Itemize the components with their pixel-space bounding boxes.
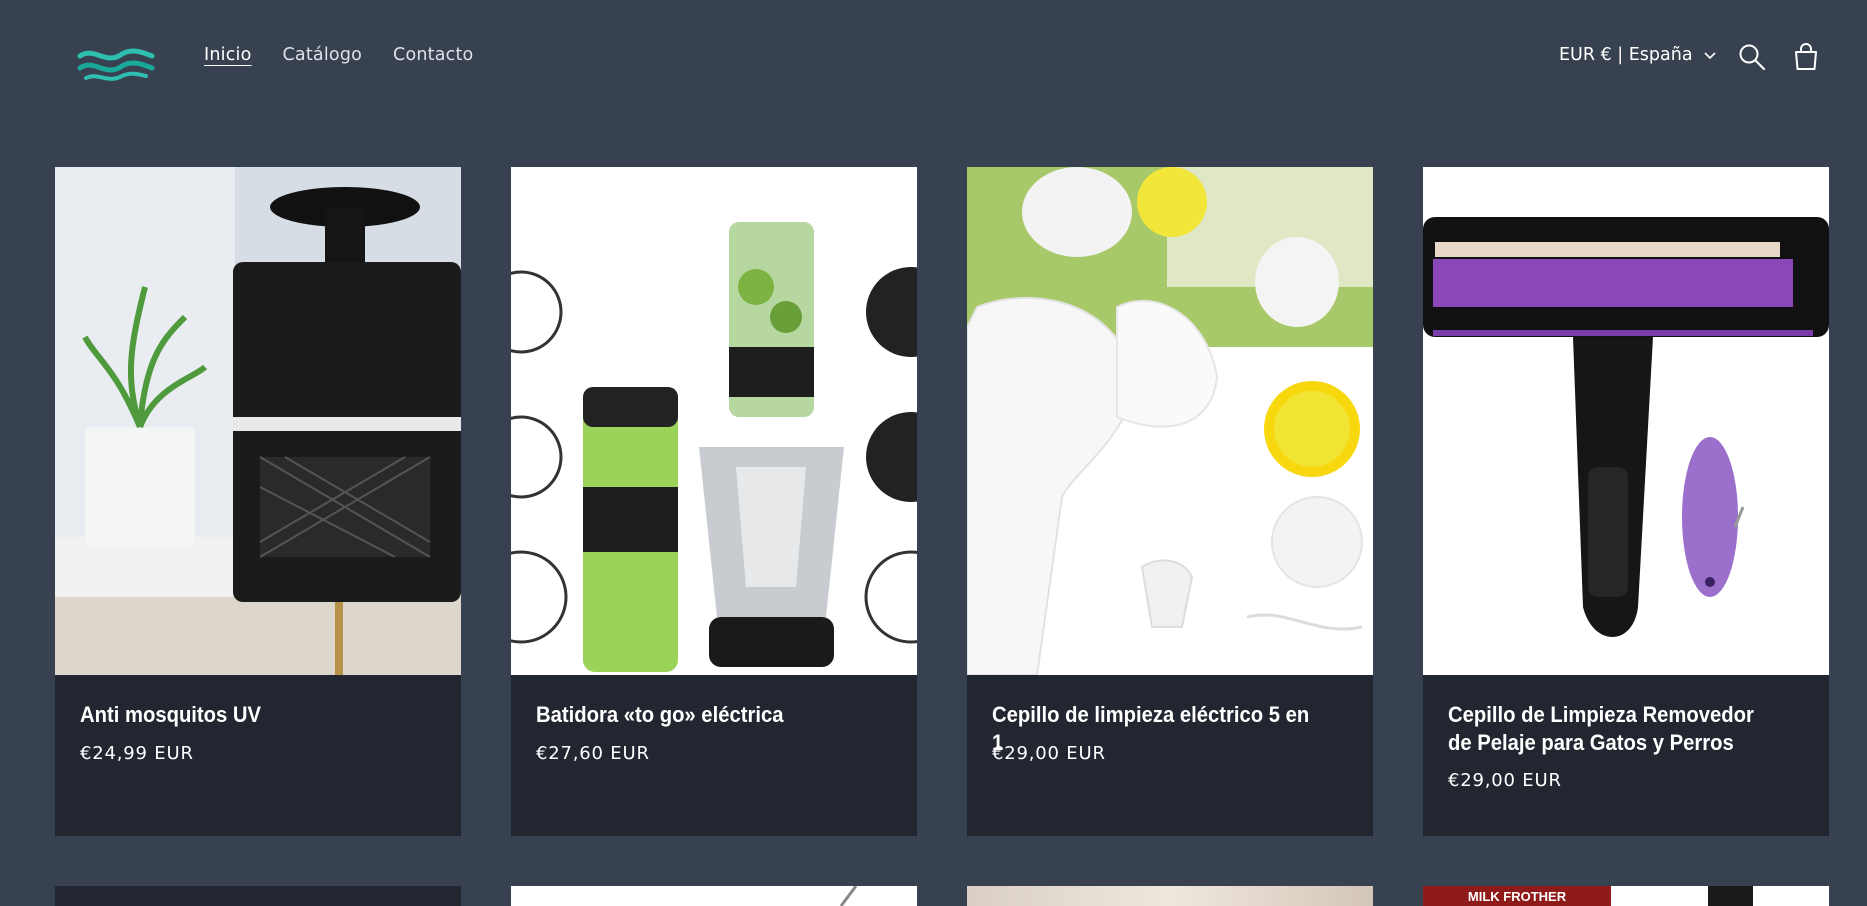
nav-link-inicio[interactable]: Inicio (204, 45, 252, 65)
product-info: Cepillo de limpieza eléctrico 5 en 1 €29… (967, 675, 1373, 835)
nav-link-contacto[interactable]: Contacto (393, 45, 473, 65)
product-info: Anti mosquitos UV €24,99 EUR (55, 675, 461, 835)
product-title[interactable]: Anti mosquitos UV (80, 701, 411, 729)
product-price: €29,00 EUR (1448, 770, 1562, 791)
product-price: €24,99 EUR (80, 743, 194, 764)
product-image-mosquito-lamp (55, 167, 461, 675)
product-image[interactable] (511, 167, 917, 675)
product-price: €29,00 EUR (992, 743, 1106, 764)
main-nav: Inicio Catálogo Contacto (204, 45, 473, 65)
product-image-cleaning-brush (967, 167, 1373, 675)
product-title[interactable]: Batidora «to go» eléctrica (536, 701, 867, 729)
cart-icon[interactable] (1791, 42, 1821, 72)
product-card[interactable]: Cepillo de limpieza eléctrico 5 en 1 €29… (967, 167, 1373, 836)
nav-link-catalogo[interactable]: Catálogo (283, 45, 363, 65)
product-image[interactable] (967, 167, 1373, 675)
product-card[interactable]: Anti mosquitos UV €24,99 EUR (55, 167, 461, 836)
currency-country-selector[interactable]: EUR € | España (1559, 45, 1717, 65)
locale-label: EUR € | España (1559, 45, 1693, 65)
product-image[interactable] (55, 167, 461, 675)
product-card-partial[interactable] (967, 886, 1373, 906)
product-card[interactable]: Batidora «to go» eléctrica €27,60 EUR (511, 167, 917, 836)
product-image-blender (511, 167, 917, 675)
chevron-down-icon (1704, 52, 1716, 60)
product-title[interactable]: Cepillo de Limpieza Removedor de Pelaje … (1448, 701, 1779, 757)
product-image[interactable] (1423, 167, 1829, 675)
product-card-partial[interactable] (511, 886, 917, 906)
product-price: €27,60 EUR (536, 743, 650, 764)
product-image-partial (1708, 886, 1753, 906)
product-card[interactable]: Cepillo de Limpieza Removedor de Pelaje … (1423, 167, 1829, 836)
search-icon[interactable] (1737, 42, 1767, 72)
logo[interactable] (76, 44, 156, 84)
product-card-partial[interactable]: MILK FROTHER (1423, 886, 1829, 906)
product-card-partial[interactable] (55, 886, 461, 906)
product-image-pet-hair-roller (1423, 167, 1829, 675)
product-info: Cepillo de Limpieza Removedor de Pelaje … (1423, 675, 1829, 835)
site-header: Inicio Catálogo Contacto EUR € | España (0, 0, 1867, 115)
product-info: Batidora «to go» eléctrica €27,60 EUR (511, 675, 917, 835)
product-image-partial (839, 886, 858, 906)
